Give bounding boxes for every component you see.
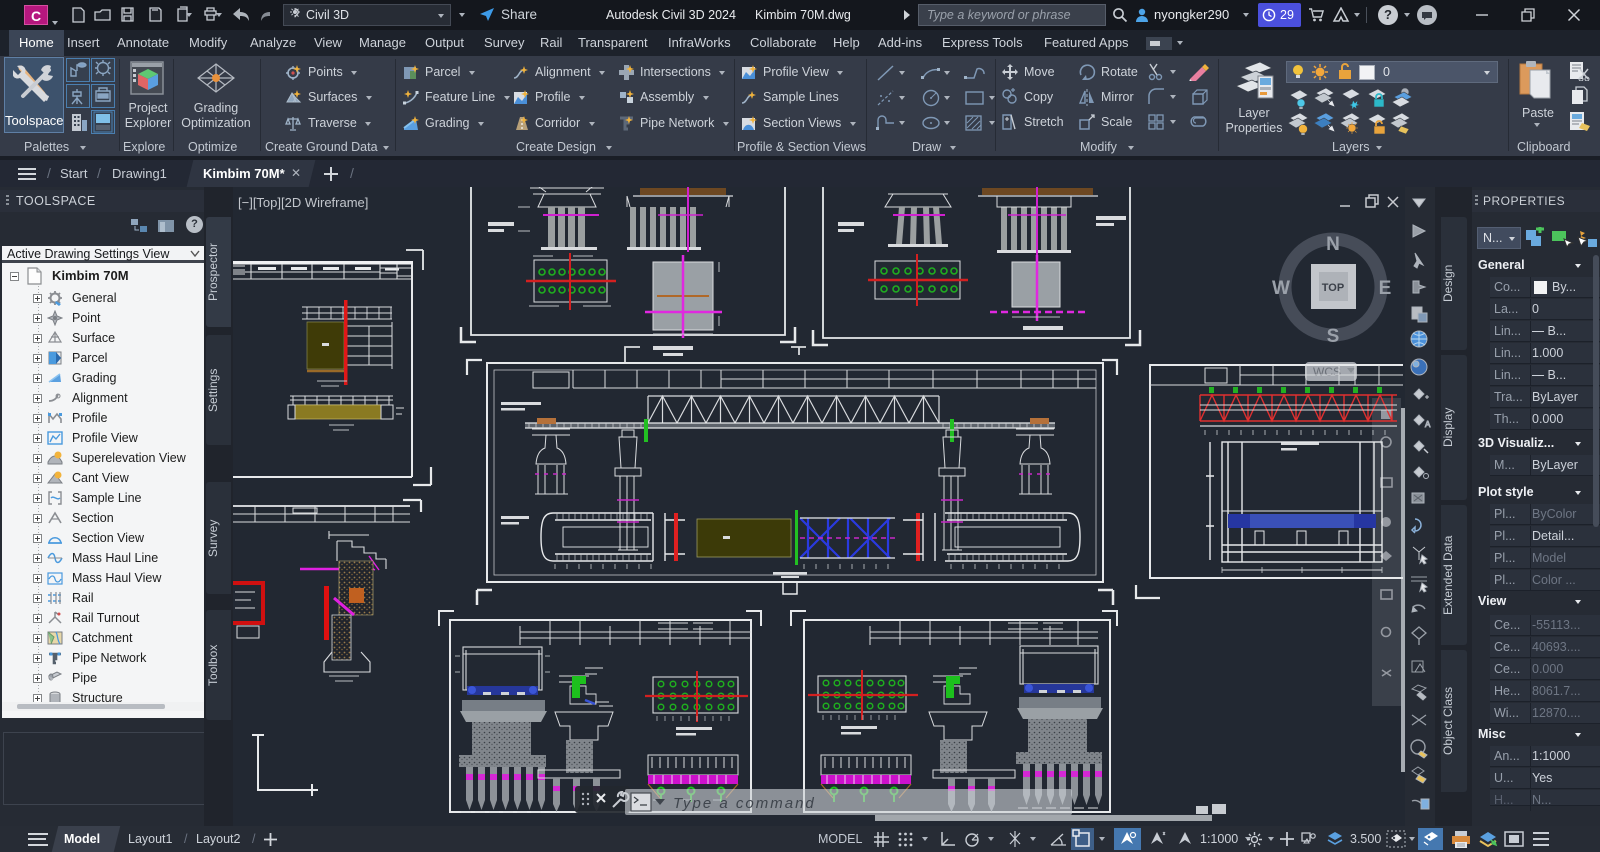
svg-text:W: W <box>1272 278 1290 299</box>
svg-text:A: A <box>1425 420 1431 429</box>
svg-text:[−][Top][2D Wireframe]: [−][Top][2D Wireframe] <box>238 195 368 210</box>
svg-text:S: S <box>1327 326 1340 347</box>
svg-text:Type a command: Type a command <box>673 795 816 812</box>
svg-text:N: N <box>1326 234 1340 255</box>
svg-text:WCS: WCS <box>1313 365 1341 379</box>
svg-text:E: E <box>1379 278 1392 299</box>
svg-text:TOP: TOP <box>1322 282 1344 294</box>
